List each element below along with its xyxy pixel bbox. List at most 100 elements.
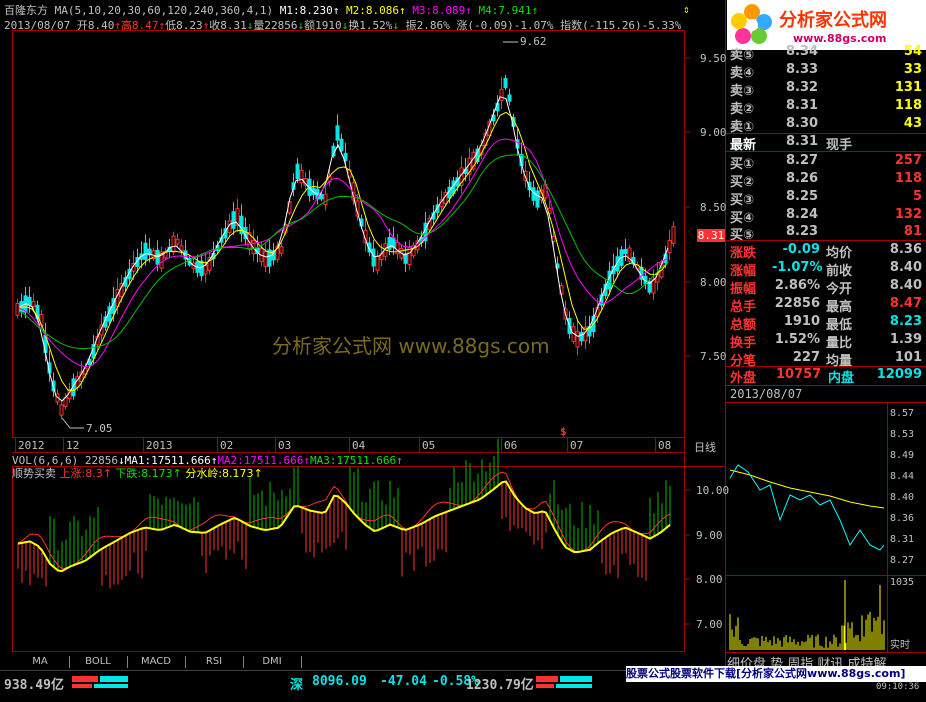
stats-value: 8.47	[889, 296, 922, 311]
stats-value: 22856	[774, 296, 820, 311]
intraday-axis-label: 8.40	[890, 492, 915, 503]
candle-body	[335, 125, 340, 141]
stats-label: 总额	[730, 318, 757, 333]
indicator-down: 下跌:8.173	[115, 467, 173, 480]
time-axis-label: 03	[278, 439, 292, 452]
stats-label: 最高	[826, 300, 853, 315]
price-axis-label: 8.50	[700, 201, 727, 214]
orderbook-volume: 132	[894, 207, 922, 222]
orderbook-volume: 118	[894, 171, 922, 186]
indicator-lines	[17, 471, 671, 573]
period-label[interactable]: 日线	[694, 439, 716, 455]
intraday-axis-label: 8.27	[890, 555, 915, 566]
outer-value: 10757	[776, 367, 822, 382]
indicator-tab-dmi[interactable]: DMI	[244, 656, 300, 668]
vol-value: VOL(6,6,6) 22856	[12, 454, 118, 467]
indicator-name: 顺势买卖	[12, 467, 56, 480]
orderbook-volume: 33	[903, 62, 922, 77]
price-axis-label: 7.50	[700, 350, 727, 363]
event-marker-icon[interactable]: $	[560, 425, 567, 438]
intraday-axis-label: 8.53	[890, 429, 915, 440]
orderbook-label: 买③	[730, 193, 755, 208]
vol-ma2: MA2:17511.666	[217, 454, 304, 467]
stats-label: 量比	[826, 336, 853, 351]
stats-label: 总手	[730, 300, 757, 315]
realtime-label[interactable]: 实时	[890, 636, 910, 651]
price-axis-label: 9.50	[700, 52, 727, 65]
stats-label: 振幅	[730, 282, 757, 297]
indicator-axis-label: 10.00	[696, 484, 730, 497]
orderbook-row: 卖⑤ 8.34 54	[728, 44, 924, 63]
orderbook-row: 买② 8.26 118	[728, 171, 924, 190]
vol-ma1: MA1:17511.666	[124, 454, 211, 467]
indicator-axis-label: 9.00	[696, 529, 723, 542]
current-price-tag: 8.31	[697, 229, 725, 242]
candle-body	[299, 169, 304, 184]
intraday-avg-line	[729, 469, 885, 509]
stats-value: -0.09	[782, 242, 820, 257]
price-axis-label: 8.00	[700, 276, 727, 289]
candle-body	[667, 240, 672, 254]
time-axis-tick	[143, 438, 144, 452]
status-bar: 938.49亿 深 8096.09 -47.04 -0.58% 1230.79亿…	[0, 666, 926, 702]
orderbook-price: 8.26	[786, 171, 819, 186]
stats-row: 涨跌 -0.09 均价 8.36	[728, 242, 924, 261]
stats-value: 8.40	[889, 260, 922, 275]
orderbook-row: 卖③ 8.32 131	[728, 80, 924, 99]
orderbook-label: 卖②	[730, 102, 755, 117]
time-axis-label: 05	[422, 439, 436, 452]
orderbook-price: 8.31	[786, 134, 819, 149]
orderbook-price: 8.27	[786, 153, 819, 168]
vol-ma3: MA3:17511.666	[310, 454, 397, 467]
stats-row: 总手 22856 最高 8.47	[728, 296, 924, 315]
orderbook-volume: 257	[894, 153, 922, 168]
indicator-ridge: 分水岭:8.173	[185, 467, 254, 480]
indicator-tab-ma[interactable]: MA	[12, 656, 68, 668]
marquee-text[interactable]: 股票公式股票软件下载[分析家公式网www.88gs.com]	[626, 666, 926, 682]
time-axis-tick	[419, 438, 420, 452]
orderbook-price: 8.33	[786, 62, 819, 77]
time-axis-label: 12	[66, 439, 80, 452]
stats-value: 1.39	[889, 332, 922, 347]
stats-row: 换手 1.52% 量比 1.39	[728, 332, 924, 351]
candle-body	[59, 404, 64, 416]
stats-value: 227	[792, 350, 820, 365]
orderbook-label: 买①	[730, 157, 755, 172]
indicator-axis-label: 8.00	[696, 573, 723, 586]
orderbook-volume: 81	[903, 224, 922, 239]
stats-label: 最低	[826, 318, 853, 333]
orderbook-volume: 131	[894, 80, 922, 95]
candle-body	[263, 251, 268, 267]
logo-banner: 分析家公式网 www.88gs.com	[727, 0, 926, 50]
stats-value: 8.40	[889, 278, 922, 293]
candle-body	[503, 78, 508, 88]
status-change: -47.04	[380, 674, 427, 689]
time-axis-tick	[217, 438, 218, 452]
orderbook-row: 卖① 8.30 43	[728, 116, 924, 135]
time-axis-label: 04	[352, 439, 366, 452]
indicator-tab-boll[interactable]: BOLL	[70, 656, 126, 668]
stats-value: -1.07%	[772, 260, 823, 275]
candle-body	[231, 211, 236, 229]
center-watermark: 分析家公式网 www.88gs.com	[272, 334, 550, 358]
indicator-tab-macd[interactable]: MACD	[128, 656, 184, 668]
candle-body	[407, 247, 412, 265]
orderbook-volume: 118	[894, 98, 922, 113]
orderbook-price: 8.32	[786, 80, 819, 95]
orderbook-volume: 43	[903, 116, 922, 131]
stats-label: 今开	[826, 282, 853, 297]
candle-body	[203, 264, 208, 275]
candle-body	[339, 138, 344, 152]
orderbook-price: 8.31	[786, 98, 819, 113]
stats-label: 均价	[826, 246, 853, 261]
candle-body	[671, 226, 676, 244]
indicator-tab-rsi[interactable]: RSI	[186, 656, 242, 668]
status-right-gauge2	[536, 684, 592, 688]
time-axis-label: 2013	[146, 439, 173, 452]
time-axis-tick	[655, 438, 656, 452]
intraday-axis-label: 8.31	[890, 534, 915, 545]
intraday-axis-label: 8.36	[890, 513, 915, 524]
outer-inner-row: 外盘 10757 内盘 12099	[728, 367, 924, 386]
stats-row: 涨幅 -1.07% 前收 8.40	[728, 260, 924, 279]
low-label: 7.05	[86, 422, 113, 435]
